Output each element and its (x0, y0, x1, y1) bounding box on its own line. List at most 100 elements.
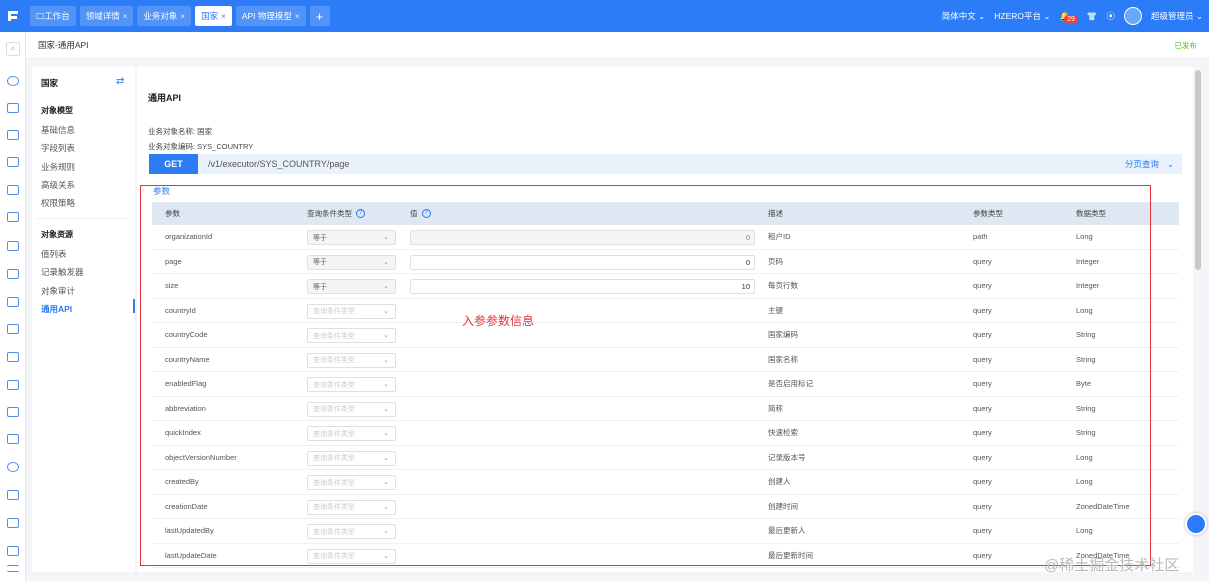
value-input[interactable]: 10 (410, 279, 755, 294)
menu-icon-4[interactable] (7, 157, 19, 167)
tab-2[interactable]: 业务对象 × (137, 6, 192, 26)
col-ptype: 参数类型 (973, 209, 1003, 218)
menu-icon-18[interactable] (7, 546, 19, 556)
menu-icon-2[interactable] (7, 103, 19, 113)
param-name: page (165, 256, 182, 266)
help-circle-icon[interactable]: ? (421, 209, 431, 218)
condition-select[interactable]: 查询条件类型 ⌄ (307, 352, 396, 368)
nav-item[interactable]: 高级关系 (41, 179, 75, 191)
notification-bell-icon[interactable]: 🔔29 (1060, 9, 1078, 24)
help-circle-icon[interactable]: ? (356, 209, 365, 218)
close-icon[interactable]: × (123, 12, 128, 21)
active-indicator (133, 299, 135, 313)
condition-select[interactable]: 查询条件类型 ⌄ (307, 377, 396, 392)
nav-item[interactable]: 记录触发器 (41, 266, 84, 278)
nav-item[interactable]: 基础信息 (41, 124, 75, 136)
close-icon[interactable]: × (221, 12, 226, 21)
menu-icon-1[interactable] (7, 76, 19, 86)
platform-label: HZERO平台 (994, 11, 1042, 21)
nav-item[interactable]: 权限策略 (41, 197, 75, 209)
close-icon[interactable]: × (295, 12, 300, 21)
nav-item[interactable]: 字段列表 (41, 142, 75, 154)
condition-select[interactable]: 查询条件类型 ⌄ (307, 401, 396, 417)
menu-icon-15[interactable] (7, 462, 19, 472)
condition-select[interactable]: 等于 ⌄ (307, 279, 396, 294)
param-desc: 国家编码 (768, 330, 798, 340)
sync-icon[interactable]: ⇄ (116, 76, 124, 87)
table-row: lastUpdateDate 查询条件类型 ⌄ 最后更新时间 query ZonedDat… (152, 544, 1179, 568)
chevron-down-icon: ⌄ (383, 234, 389, 241)
value-input[interactable]: 0 (410, 254, 755, 270)
condition-select-value: 查询条件类型 (313, 504, 355, 511)
condition-select-value: 等于 (313, 259, 327, 266)
menu-icon-5[interactable] (7, 185, 19, 195)
menu-icon-10[interactable] (7, 324, 19, 334)
nav-item[interactable]: 对象审计 (41, 285, 75, 297)
condition-select[interactable]: 查询条件类型 ⌄ (307, 475, 396, 490)
user-menu[interactable]: 超级管理员 ⌄ (1151, 10, 1203, 22)
tab-0[interactable]: 🖵 工作台 (30, 6, 76, 26)
search-icon[interactable]: ⌕ (6, 42, 20, 56)
menu-icon-11[interactable] (7, 352, 19, 362)
condition-select[interactable]: 查询条件类型 ⌄ (307, 328, 396, 343)
nav-item[interactable]: 业务规则 (41, 161, 75, 173)
condition-select[interactable]: 等于 ⌄ (307, 254, 396, 270)
menu-icon-9[interactable] (7, 297, 19, 307)
chevron-down-icon: ⌄ (383, 430, 389, 437)
condition-select[interactable]: 查询条件类型 ⌄ (307, 450, 396, 466)
platform-switch[interactable]: HZERO平台 ⌄ (994, 10, 1050, 22)
param-name: creationDate (165, 501, 208, 511)
menu-icon-13[interactable] (7, 407, 19, 417)
nav-section-model: 对象模型 (41, 106, 73, 115)
data-type: Long (1076, 305, 1093, 315)
condition-select[interactable]: 查询条件类型 ⌄ (307, 426, 396, 441)
chevron-down-icon: ⌄ (383, 307, 389, 315)
table-row: createdBy 查询条件类型 ⌄ 创建人 query Long (152, 470, 1179, 495)
condition-select[interactable]: 查询条件类型 ⌄ (307, 548, 396, 564)
chevron-down-icon: ⌄ (383, 454, 389, 462)
menu-icon-8[interactable] (7, 269, 19, 279)
shirt-icon[interactable]: 👕 (1087, 11, 1098, 22)
scrollbar[interactable] (1195, 70, 1201, 270)
param-desc: 每页行数 (768, 281, 798, 291)
nav-item[interactable]: 通用API (41, 303, 72, 315)
collapse-menu-icon[interactable] (7, 565, 19, 572)
menu-icon-17[interactable] (7, 518, 19, 528)
menu-icon-6[interactable] (7, 212, 19, 222)
menu-icon-7[interactable] (7, 241, 19, 251)
query-mode-toggle[interactable]: 分页查询 ⌄ (1125, 154, 1174, 174)
menu-icon-16[interactable] (7, 490, 19, 500)
tab-4[interactable]: API 物理模型 × (235, 6, 306, 26)
condition-select[interactable]: 等于 ⌄ (307, 230, 396, 245)
table-row: countryCode 查询条件类型 ⌄ 国家编码 query String (152, 323, 1179, 348)
condition-select[interactable]: 查询条件类型 ⌄ (307, 499, 396, 515)
param-type: query (973, 256, 992, 266)
param-desc: 页码 (768, 256, 783, 266)
param-type: query (973, 501, 992, 511)
tab-1[interactable]: 领域详情 × (79, 6, 134, 26)
menu-icon-14[interactable] (7, 434, 19, 444)
menu-icon-12[interactable] (7, 380, 19, 390)
record-icon[interactable]: ⦿ (1106, 10, 1115, 22)
param-name: abbreviation (165, 403, 206, 413)
nav-item[interactable]: 值列表 (41, 248, 67, 260)
condition-select[interactable]: 查询条件类型 ⌄ (307, 524, 396, 539)
menu-icon-3[interactable] (7, 130, 19, 140)
condition-select-value: 查询条件类型 (313, 308, 355, 315)
table-row: creationDate 查询条件类型 ⌄ 创建时间 query ZonedDateTim… (152, 495, 1179, 519)
api-endpoint-bar[interactable]: GET /v1/executor/SYS_COUNTRY/page 分页查询 ⌄ (149, 154, 1182, 174)
tab-3[interactable]: 国家 × (195, 6, 232, 26)
param-desc: 创建时间 (768, 501, 798, 511)
chat-float-button[interactable] (1185, 513, 1207, 535)
chevron-down-icon: ⌄ (383, 552, 389, 560)
avatar[interactable] (1124, 7, 1142, 25)
data-type: String (1076, 403, 1096, 413)
add-tab-button[interactable]: + (309, 6, 330, 26)
param-desc: 创建人 (768, 477, 791, 487)
hzero-logo-icon[interactable] (0, 0, 26, 32)
language-switch[interactable]: 简体中文 ⌄ (942, 10, 986, 22)
top-bar: 🖵 工作台 领域详情 × 业务对象 × 国家 × API 物理模型 × + 简体中文 ⌄ HZER… (0, 0, 1209, 32)
condition-select[interactable]: 查询条件类型 ⌄ (307, 303, 396, 319)
close-icon[interactable]: × (180, 12, 185, 21)
condition-select-value: 查询条件类型 (313, 381, 355, 389)
